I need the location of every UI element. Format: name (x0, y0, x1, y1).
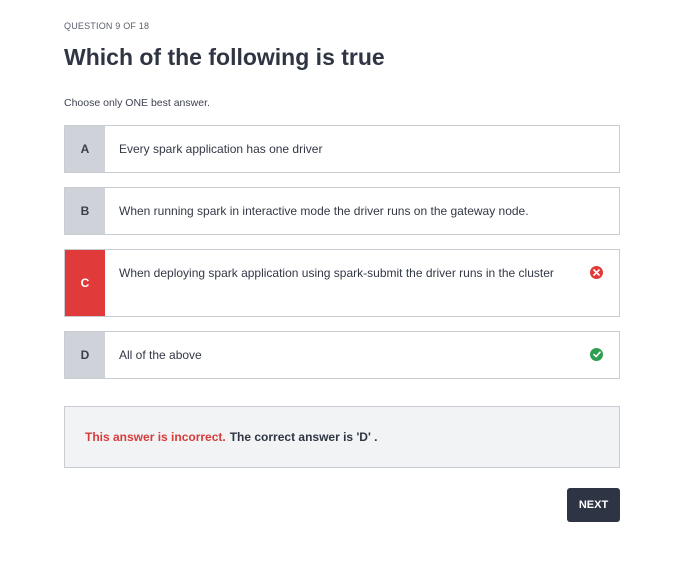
option-a[interactable]: A Every spark application has one driver (64, 125, 620, 173)
option-text: Every spark application has one driver (105, 126, 619, 172)
option-c[interactable]: C When deploying spark application using… (64, 249, 620, 317)
question-counter: QUESTION 9 OF 18 (64, 21, 150, 31)
option-text: When deploying spark application using s… (105, 250, 619, 316)
option-letter: B (65, 188, 105, 234)
answer-feedback: This answer is incorrect. The correct an… (64, 406, 620, 468)
option-label: When running spark in interactive mode t… (119, 204, 529, 218)
feedback-correct-answer: The correct answer is 'D' . (229, 430, 378, 444)
feedback-incorrect-label: This answer is incorrect. (85, 430, 226, 444)
option-letter: A (65, 126, 105, 172)
question-title: Which of the following is true (64, 44, 385, 70)
option-label: When deploying spark application using s… (119, 266, 554, 280)
option-b[interactable]: B When running spark in interactive mode… (64, 187, 620, 235)
option-text: When running spark in interactive mode t… (105, 188, 619, 234)
option-letter: D (65, 332, 105, 378)
option-label: Every spark application has one driver (119, 142, 323, 156)
check-circle-icon (590, 348, 603, 361)
x-circle-icon (590, 266, 603, 279)
option-d[interactable]: D All of the above (64, 331, 620, 379)
question-instruction: Choose only ONE best answer. (64, 97, 210, 109)
option-letter: C (65, 250, 105, 316)
next-button[interactable]: NEXT (567, 488, 620, 522)
option-label: All of the above (119, 348, 202, 362)
option-text: All of the above (105, 332, 619, 378)
